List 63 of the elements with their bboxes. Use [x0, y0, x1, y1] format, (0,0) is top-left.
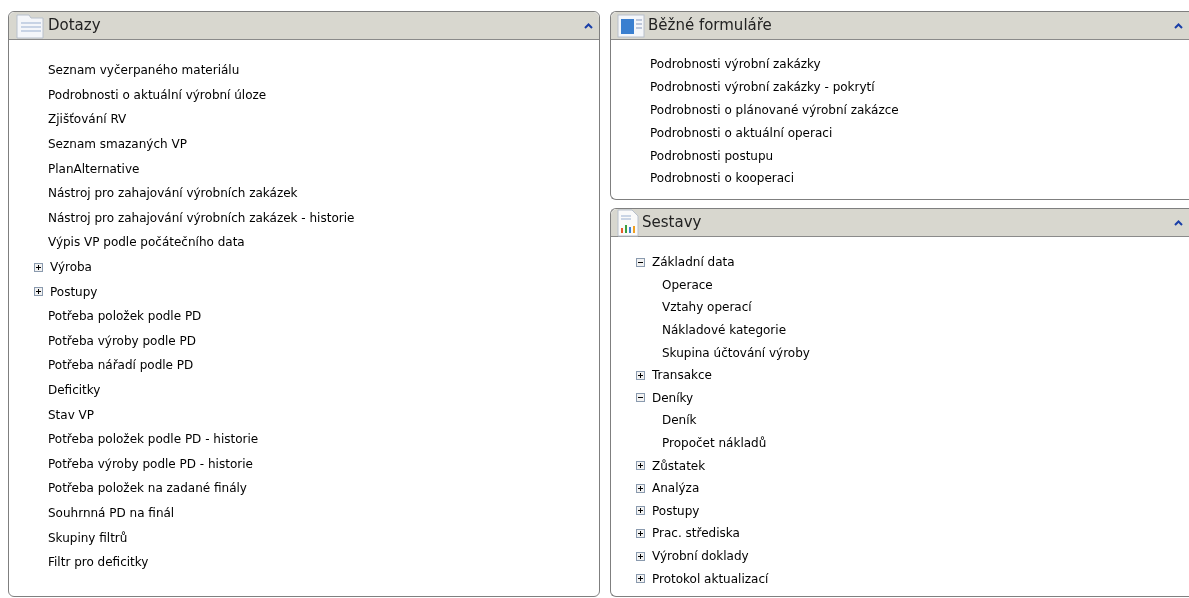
- menu-link[interactable]: Nástroj pro zahajování výrobních zakázek - historie: [48, 208, 355, 227]
- expand-icon[interactable]: [34, 262, 43, 272]
- menu-link[interactable]: Potřeba výroby podle PD - historie: [48, 454, 253, 473]
- menu-link[interactable]: Podrobnosti o plánované výrobní zakázce: [650, 101, 899, 119]
- menu-link[interactable]: Skupina účtování výroby: [662, 343, 810, 362]
- menu-link[interactable]: Podrobnosti výrobní zakázky - pokrytí: [650, 78, 875, 97]
- tree-group-label[interactable]: Transakce: [652, 366, 712, 385]
- form-icon: [617, 13, 645, 38]
- menu-link[interactable]: Propočet nákladů: [662, 434, 767, 453]
- tree-group-label[interactable]: Výroba: [50, 258, 92, 277]
- menu-link[interactable]: Skupiny filtrů: [48, 528, 128, 547]
- menu-link[interactable]: Podrobnosti výrobní zakázky: [650, 55, 821, 74]
- panel-title: Sestavy: [642, 212, 703, 234]
- menu-link[interactable]: Potřeba položek podle PD - historie: [48, 430, 259, 449]
- collapse-chevron-icon[interactable]: [1174, 219, 1183, 226]
- panel-header[interactable]: Dotazy: [9, 12, 599, 40]
- expand-icon[interactable]: [34, 287, 43, 297]
- menu-link[interactable]: Operace: [662, 275, 713, 294]
- menu-link[interactable]: PlanAlternative: [48, 159, 140, 178]
- tree-group-label[interactable]: Zůstatek: [652, 456, 706, 475]
- menu-link[interactable]: Potřeba položek na zadané finály: [48, 479, 247, 498]
- menu-link[interactable]: Podrobnosti o kooperaci: [650, 169, 795, 188]
- menu-link[interactable]: Potřeba výroby podle PD: [48, 331, 197, 350]
- menu-link[interactable]: Nástroj pro zahajování výrobních zakázek: [48, 184, 298, 203]
- expand-icon[interactable]: [636, 370, 645, 380]
- collapse-chevron-icon[interactable]: [584, 22, 593, 29]
- menu-link[interactable]: Nákladové kategorie: [662, 321, 786, 340]
- menu-link[interactable]: Podrobnosti postupu: [650, 146, 774, 165]
- menu-link[interactable]: Souhrnná PD na finál: [48, 504, 175, 522]
- expand-icon[interactable]: [636, 461, 645, 471]
- menu-link[interactable]: Potřeba nářadí podle PD: [48, 356, 194, 375]
- panel-title: Běžné formuláře: [648, 15, 773, 37]
- expand-icon[interactable]: [636, 506, 645, 516]
- panel-header[interactable]: Sestavy: [611, 209, 1189, 237]
- panel-title: Dotazy: [48, 15, 102, 37]
- menu-link[interactable]: Stav VP: [48, 405, 95, 424]
- expand-icon[interactable]: [636, 574, 645, 584]
- menu-link[interactable]: Potřeba položek podle PD: [48, 307, 202, 326]
- collapse-chevron-icon[interactable]: [1174, 22, 1183, 29]
- menu-link[interactable]: Deník: [662, 411, 697, 430]
- expand-icon[interactable]: [636, 551, 645, 561]
- expand-icon[interactable]: [636, 528, 645, 538]
- tree-group-label[interactable]: Protokol aktualizací: [652, 569, 769, 588]
- menu-link[interactable]: Podrobnosti o aktuální operaci: [650, 123, 833, 142]
- menu-link[interactable]: Podrobnosti o aktuální výrobní úloze: [48, 85, 267, 104]
- menu-link[interactable]: Deficitky: [48, 381, 101, 399]
- menu-link[interactable]: Vztahy operací: [662, 298, 752, 317]
- collapse-icon[interactable]: [636, 257, 645, 267]
- menu-link[interactable]: Seznam vyčerpaného materiálu: [48, 61, 240, 80]
- menu-link[interactable]: Výpis VP podle počátečního data: [48, 233, 245, 252]
- panel-header[interactable]: Běžné formuláře: [611, 12, 1189, 40]
- tree-group-label[interactable]: Postupy: [652, 501, 700, 520]
- menu-link[interactable]: Zjišťování RV: [48, 110, 127, 129]
- tree-group-label[interactable]: Výrobní doklady: [652, 547, 749, 565]
- tree-group-label[interactable]: Deníky: [652, 388, 694, 407]
- tree-group-label[interactable]: Prac. střediska: [652, 524, 740, 543]
- menu-link[interactable]: Filtr pro deficitky: [48, 553, 149, 572]
- expand-icon[interactable]: [636, 483, 645, 493]
- tree-group-label[interactable]: Analýza: [652, 479, 700, 498]
- tree-group-label[interactable]: Základní data: [652, 253, 735, 272]
- collapse-icon[interactable]: [636, 393, 645, 403]
- menu-link[interactable]: Seznam smazaných VP: [48, 135, 187, 154]
- tree-group-label[interactable]: Postupy: [50, 282, 98, 301]
